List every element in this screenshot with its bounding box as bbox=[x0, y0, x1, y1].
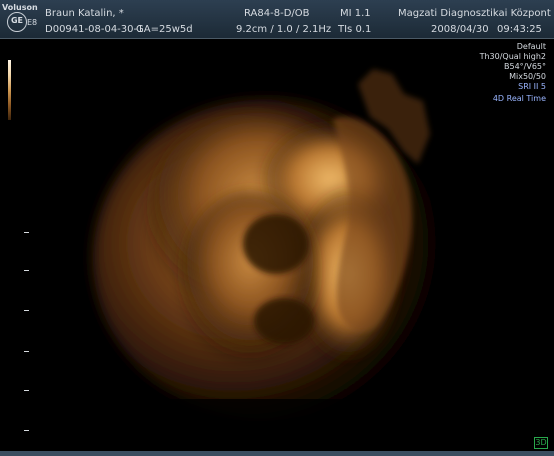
tis-value: TIs 0.1 bbox=[338, 24, 372, 35]
status-angle: B54°/V65° bbox=[503, 62, 546, 71]
logo-e8: E8 bbox=[27, 18, 38, 27]
probe-label: RA84-8-D/OB bbox=[244, 8, 310, 19]
institution-name: Magzati Diagnosztikai Központ bbox=[398, 8, 551, 19]
scale-tick bbox=[24, 430, 29, 431]
patient-id: D00941-08-04-30-1 bbox=[45, 24, 144, 35]
header-bar: Voluson GE E8 Braun Katalin, * D00941-08… bbox=[0, 0, 554, 39]
3d-indicator-badge: 3D bbox=[534, 437, 548, 449]
intensity-scale bbox=[8, 60, 11, 120]
mi-value: MI 1.1 bbox=[340, 8, 371, 19]
ultrasound-render bbox=[18, 39, 538, 451]
scale-tick bbox=[24, 390, 29, 391]
scale-tick bbox=[24, 270, 29, 271]
status-default: Default bbox=[516, 42, 546, 51]
depth-frequency: 9.2cm / 1.0 / 2.1Hz bbox=[236, 24, 332, 35]
status-threshold: Th30/Qual high2 bbox=[479, 52, 546, 61]
exam-date: 2008/04/30 bbox=[431, 24, 489, 35]
status-sri: SRI II 5 bbox=[518, 82, 546, 91]
status-mix: Mix50/50 bbox=[509, 72, 546, 81]
gestational-age: GA=25w5d bbox=[136, 24, 193, 35]
patient-name: Braun Katalin, * bbox=[45, 8, 124, 19]
bottom-divider bbox=[0, 451, 554, 456]
logo-ge: GE bbox=[10, 16, 24, 25]
exam-time: 09:43:25 bbox=[497, 24, 542, 35]
ultrasound-image bbox=[18, 39, 538, 451]
scale-tick bbox=[24, 351, 29, 352]
scale-tick bbox=[24, 232, 29, 233]
status-mode: 4D Real Time bbox=[492, 94, 546, 103]
ge-logo: GE E8 bbox=[3, 8, 37, 36]
scale-tick bbox=[24, 310, 29, 311]
